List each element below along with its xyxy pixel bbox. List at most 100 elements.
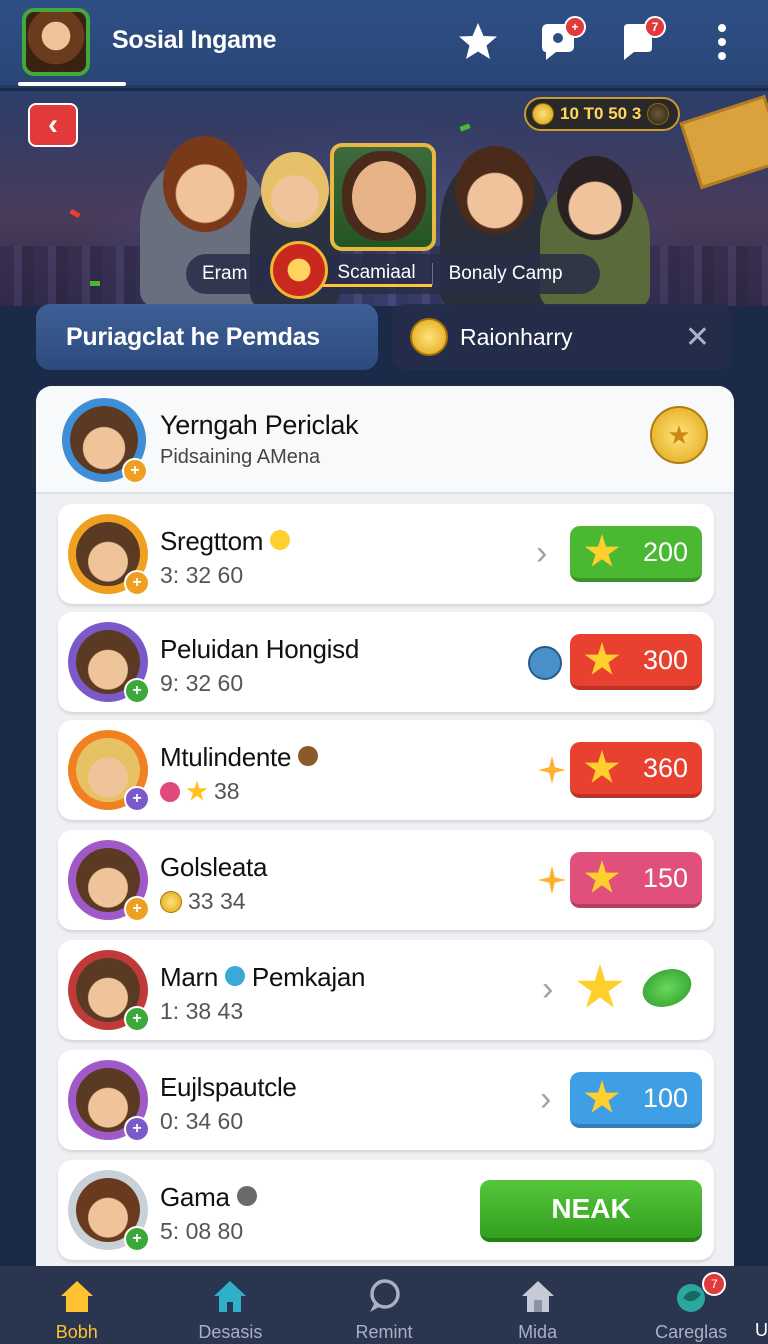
- leaderboard-banner-icon: [679, 94, 768, 190]
- player-name: Peluidan Hongisd: [160, 634, 360, 664]
- avatar: +: [68, 1170, 150, 1252]
- list-item[interactable]: + Gama 5: 08 80 NEAK: [58, 1160, 714, 1260]
- home-icon: [60, 1281, 93, 1312]
- top-app-bar: Sosial Ingame + 7: [0, 0, 768, 88]
- back-button[interactable]: ‹: [28, 103, 78, 147]
- more-menu-icon: [718, 24, 726, 60]
- hero-tabs: Eram Scamiaal Bonaly Camp: [186, 254, 600, 294]
- nav-item-bobh[interactable]: Bobh: [0, 1266, 154, 1344]
- segment-tab-left[interactable]: Puriagclat he Pemdas: [36, 304, 378, 370]
- avatar: +: [68, 1060, 150, 1142]
- green-coin-icon[interactable]: [637, 962, 697, 1014]
- star-icon[interactable]: [576, 964, 624, 1008]
- nav-item-mida[interactable]: Mida: [461, 1266, 615, 1344]
- compass-icon[interactable]: [528, 646, 562, 680]
- rank-badge-icon: +: [124, 570, 150, 596]
- title-underline: [18, 82, 126, 86]
- hero-banner: ‹ 10 T0 50 3 Eram Scamiaal Bonaly Camp: [0, 91, 768, 306]
- more-menu-button[interactable]: [700, 20, 740, 64]
- player-name: Golsleata: [160, 852, 268, 882]
- star-icon: [584, 860, 620, 893]
- chevron-left-icon: ‹: [48, 108, 58, 141]
- chevron-right-icon[interactable]: ›: [540, 1080, 551, 1119]
- list-item[interactable]: + Eujlspautcle 0: 34 60 › 100: [58, 1050, 714, 1150]
- reward-value: 150: [642, 862, 688, 893]
- confetti: [69, 208, 81, 219]
- star-icon: [186, 780, 208, 801]
- gem-icon: [160, 781, 180, 802]
- star-icon: [584, 750, 620, 783]
- star-icon: [459, 23, 497, 59]
- home-icon: [214, 1281, 247, 1312]
- coin-icon: [532, 103, 554, 125]
- currency-value: 10 T0 50 3: [560, 104, 642, 123]
- reward-button[interactable]: 360: [570, 742, 702, 798]
- favorites-star-button[interactable]: [456, 20, 500, 64]
- rank-badge-icon: +: [124, 896, 150, 922]
- neak-button[interactable]: NEAK: [480, 1180, 702, 1242]
- chevron-right-icon[interactable]: ›: [536, 534, 547, 573]
- sparkle-icon: [538, 756, 566, 784]
- chat-button[interactable]: +: [536, 16, 586, 64]
- rank-badge-icon: +: [124, 786, 150, 812]
- coin-icon: [160, 890, 182, 913]
- hero-tab-scamiaal[interactable]: Scamiaal: [321, 262, 432, 287]
- rank-badge-icon: +: [122, 458, 148, 484]
- avatar: +: [68, 840, 150, 922]
- list-item[interactable]: + Sregttom 3: 32 60 › 200: [58, 504, 714, 604]
- confetti: [90, 281, 100, 286]
- reward-value: 200: [642, 536, 688, 567]
- app-title: Sosial Ingame: [112, 26, 277, 54]
- reward-button[interactable]: 100: [570, 1072, 702, 1128]
- nav-overflow-label: U: [755, 1320, 768, 1340]
- panel-header-name: Yerngah Periclak: [160, 410, 359, 440]
- player-name: Eujlspautcle: [160, 1072, 297, 1102]
- star-icon: [584, 642, 620, 675]
- star-icon: [584, 534, 620, 567]
- list-item[interactable]: + Peluidan Hongisd 9: 32 60 300: [58, 612, 714, 712]
- reward-button[interactable]: 150: [570, 852, 702, 908]
- player-stat: 1: 38 43: [160, 998, 244, 1024]
- feather-icon: [236, 1186, 257, 1206]
- leaderboard-panel: + Yerngah Periclak Pidsaining AMena ★ + …: [36, 386, 734, 1286]
- rank-badge-icon: +: [124, 1226, 150, 1252]
- avatar[interactable]: +: [62, 398, 148, 484]
- segment-tab-right[interactable]: Raionharry ✕: [392, 304, 732, 370]
- player-name: Mtulindente: [160, 742, 319, 773]
- nav-item-remint[interactable]: Remint: [307, 1266, 461, 1344]
- chevron-right-icon[interactable]: ›: [542, 970, 553, 1009]
- list-item[interactable]: + Mtulindente 38 360: [58, 720, 714, 820]
- featured-player-card[interactable]: [330, 143, 436, 251]
- gem-icon: [647, 103, 670, 125]
- rank-badge-icon: +: [124, 678, 150, 704]
- coin-icon: [410, 318, 448, 356]
- player-name: Gama: [160, 1182, 257, 1213]
- reward-button[interactable]: 300: [570, 634, 702, 690]
- bottom-navigation: Bobh Desasis Remint Mida 7 Careglas U: [0, 1266, 768, 1344]
- nav-badge: 7: [702, 1272, 727, 1296]
- star-coin-icon[interactable]: ★: [650, 406, 708, 464]
- confetti: [459, 123, 471, 132]
- app-avatar-icon[interactable]: [22, 8, 90, 76]
- notification-badge: 7: [644, 16, 666, 38]
- notification-button[interactable]: 7: [616, 16, 666, 64]
- player-stat: 33 34: [160, 888, 246, 915]
- medal-icon: [270, 241, 328, 299]
- list-item[interactable]: + Golsleata 33 34 150: [58, 830, 714, 930]
- reward-value: 100: [642, 1082, 688, 1113]
- chat-badge: +: [564, 16, 586, 38]
- nav-item-desasis[interactable]: Desasis: [154, 1266, 308, 1344]
- nav-item-careglas[interactable]: 7 Careglas: [614, 1266, 768, 1344]
- list-item[interactable]: + Marn Pemkajan 1: 38 43 ›: [58, 940, 714, 1040]
- avatar: +: [68, 622, 150, 704]
- lightning-icon: [270, 530, 291, 550]
- reward-button[interactable]: 200: [570, 526, 702, 582]
- house-icon: [521, 1281, 554, 1312]
- close-icon[interactable]: ✕: [685, 320, 710, 355]
- hero-tab-bonaly-camp[interactable]: Bonaly Camp: [431, 263, 579, 285]
- player-stat: 5: 08 80: [160, 1218, 244, 1244]
- player-stat: 3: 32 60: [160, 562, 244, 588]
- avatar: +: [68, 950, 150, 1032]
- player-name: Sregttom: [160, 526, 291, 557]
- avatar: +: [68, 730, 150, 812]
